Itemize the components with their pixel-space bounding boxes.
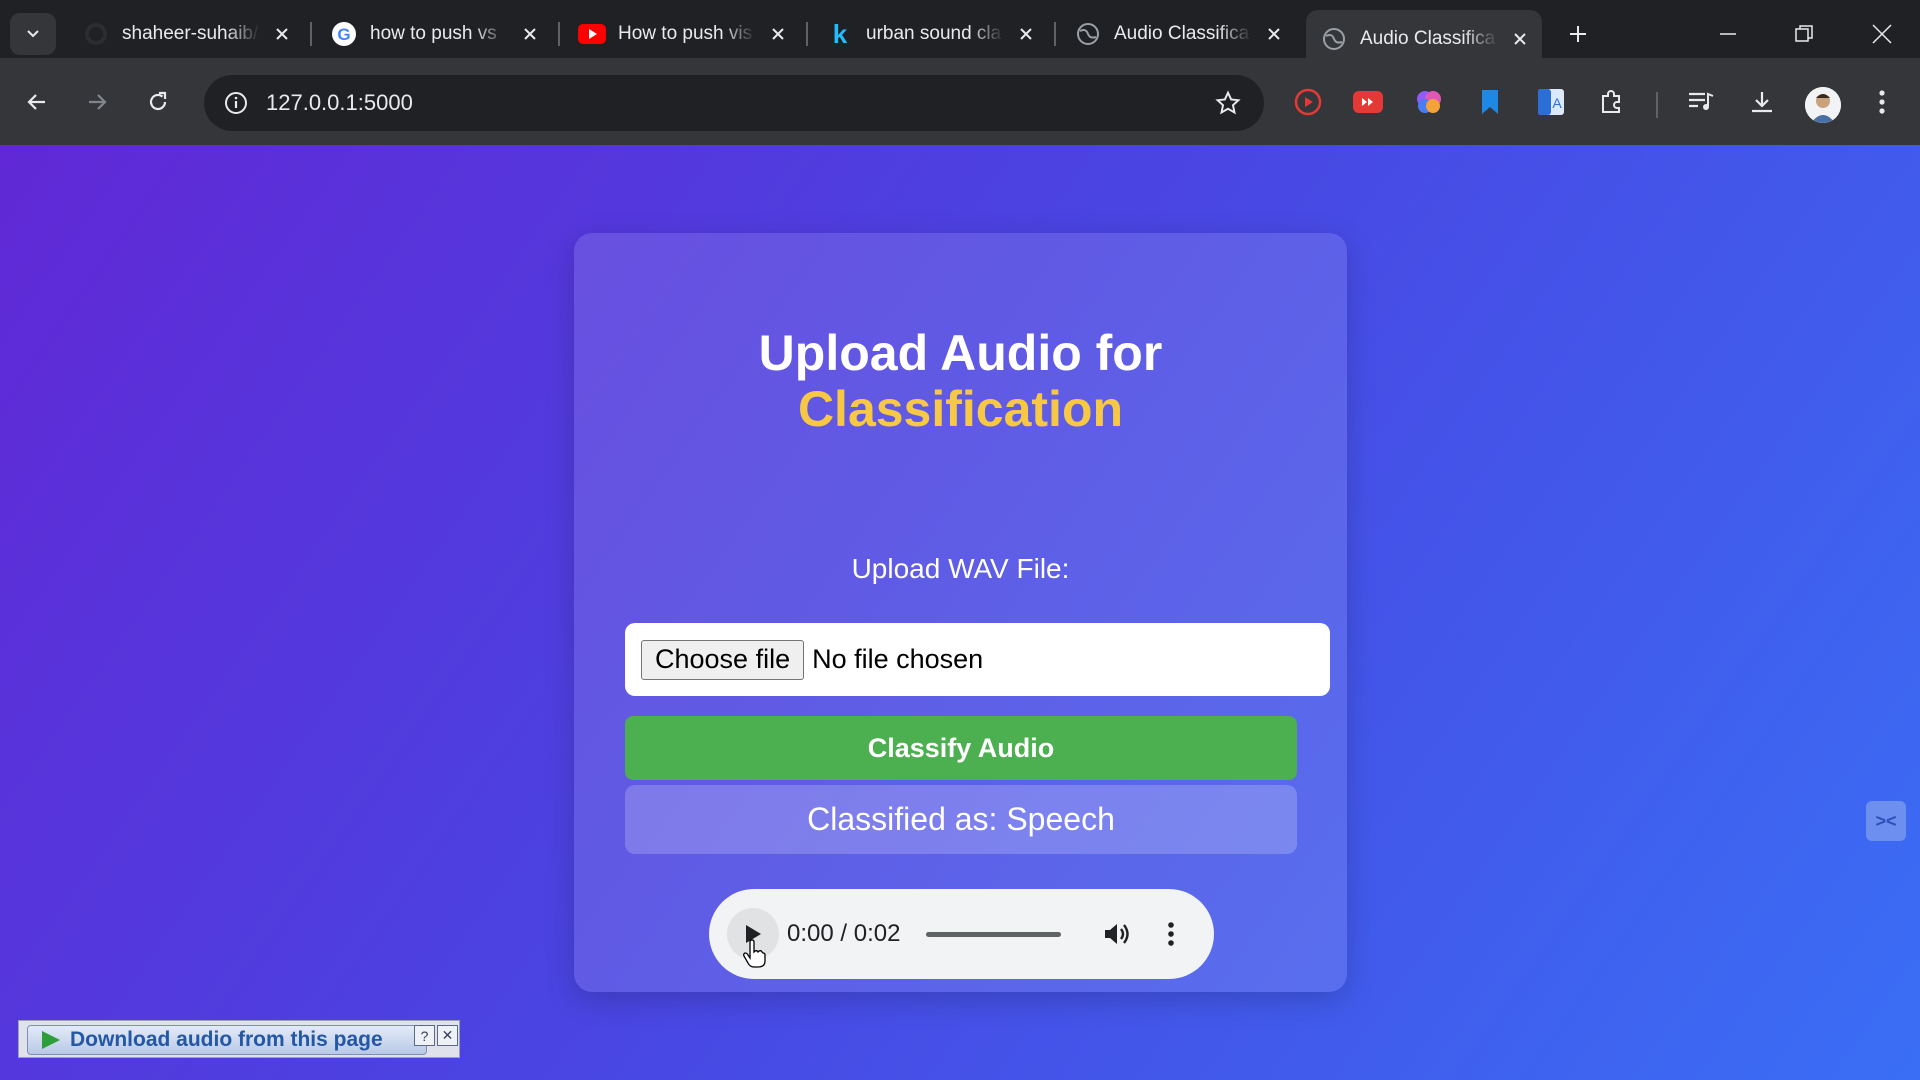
github-icon [82, 20, 110, 48]
audio-player[interactable]: 0:00 / 0:02 [709, 889, 1214, 979]
brain-extension-icon[interactable] [1411, 84, 1447, 120]
help-icon[interactable]: ? [414, 1025, 435, 1046]
close-icon[interactable] [1262, 22, 1286, 46]
tab-youtube[interactable]: How to push vis [564, 10, 800, 58]
youtube-extension-icon[interactable] [1350, 84, 1386, 120]
info-icon[interactable] [216, 83, 256, 123]
play-arrow-icon [42, 1031, 60, 1049]
globe-icon [1074, 20, 1102, 48]
restore-button[interactable] [1780, 12, 1828, 56]
download-audio-button[interactable]: Download audio from this page [27, 1025, 427, 1055]
plus-icon [1570, 26, 1586, 42]
translate-extension-icon[interactable]: A [1533, 84, 1569, 120]
svg-text:k: k [833, 21, 848, 47]
tab-separator [1054, 22, 1056, 46]
tab-title: Audio Classifica [1114, 23, 1252, 45]
media-control-icon[interactable] [1683, 84, 1719, 120]
download-audio-label: Download audio from this page [70, 1028, 383, 1051]
download-icon[interactable] [1744, 84, 1780, 120]
upload-label: Upload WAV File: [851, 553, 1070, 584]
new-tab-button[interactable] [1560, 16, 1596, 52]
close-icon[interactable] [1508, 27, 1532, 51]
svg-text:A: A [1552, 95, 1562, 111]
tab-search-button[interactable] [10, 13, 56, 55]
kaggle-icon: k [826, 20, 854, 48]
side-widget-icon[interactable]: >< [1866, 801, 1906, 841]
arrow-right-icon [89, 94, 107, 110]
url-text[interactable]: 127.0.0.1:5000 [266, 90, 1208, 116]
browser-toolbar: 127.0.0.1:5000 A [0, 58, 1920, 145]
tab-separator [310, 22, 312, 46]
close-icon[interactable] [766, 22, 790, 46]
back-button[interactable] [17, 82, 57, 122]
classify-audio-button[interactable]: Classify Audio [625, 716, 1297, 780]
tab-title: shaheer-suhaib/ [122, 23, 260, 45]
tab-google[interactable]: G how to push vs [316, 10, 552, 58]
choose-file-button[interactable]: Choose file [641, 639, 805, 680]
tab-github[interactable]: shaheer-suhaib/ [68, 10, 304, 58]
youtube-icon [578, 20, 606, 48]
tab-separator [806, 22, 808, 46]
tab-strip: shaheer-suhaib/ G how to push vs How to … [0, 0, 1920, 67]
classification-result: Classified as: Speech [625, 785, 1297, 854]
close-icon[interactable] [270, 22, 294, 46]
reload-button[interactable] [138, 82, 178, 122]
tab-title: urban sound cla [866, 23, 1004, 45]
bookmark-star-icon[interactable] [1208, 83, 1248, 123]
google-icon: G [330, 20, 358, 48]
minimize-icon [1720, 33, 1736, 35]
toolbar-divider [1656, 92, 1658, 118]
bookmark-extension-icon[interactable] [1472, 84, 1508, 120]
title-line-1: Upload Audio for [758, 325, 1163, 381]
page-title: Upload Audio for Classification [574, 325, 1347, 437]
tab-audio-classification[interactable]: Audio Classifica [1060, 10, 1296, 58]
svg-text:G: G [337, 25, 350, 44]
audio-progress-bar[interactable] [926, 931, 1062, 937]
close-icon[interactable] [1014, 22, 1038, 46]
file-status-text: No file chosen [812, 644, 984, 674]
tab-title: Audio Classifica [1360, 27, 1498, 50]
audio-time: 0:00 / 0:02 [787, 920, 901, 947]
extensions-puzzle-icon[interactable] [1593, 84, 1629, 120]
arrow-left-icon [27, 94, 45, 110]
upload-card: Upload Audio for Classification Upload W… [574, 233, 1347, 992]
tab-kaggle[interactable]: k urban sound cla [812, 10, 1048, 58]
chevron-down-icon [27, 30, 39, 38]
minimize-button[interactable] [1704, 12, 1752, 56]
more-menu-icon[interactable] [1864, 84, 1900, 120]
close-window-button[interactable] [1858, 12, 1906, 56]
forward-button[interactable] [77, 82, 117, 122]
tab-title: How to push vis [618, 23, 756, 45]
tab-separator [558, 22, 560, 46]
hand-cursor-icon [743, 939, 766, 968]
address-bar[interactable]: 127.0.0.1:5000 [204, 75, 1264, 131]
reload-icon [149, 91, 167, 111]
page-viewport: Upload Audio for Classification Upload W… [0, 145, 1920, 1080]
close-icon [1872, 24, 1892, 44]
close-icon[interactable] [518, 22, 542, 46]
player-more-icon[interactable] [1151, 914, 1191, 954]
title-line-2: Classification [797, 381, 1124, 437]
screen-recorder-extension-icon[interactable] [1290, 84, 1326, 120]
globe-icon [1320, 25, 1348, 53]
volume-icon[interactable] [1097, 914, 1137, 954]
tab-title: how to push vs [370, 23, 508, 45]
restore-icon [1795, 25, 1813, 42]
close-icon[interactable]: ✕ [437, 1025, 458, 1046]
file-input[interactable]: Choose file No file chosen [625, 623, 1330, 696]
download-audio-bar: Download audio from this page ? ✕ [18, 1020, 460, 1058]
profile-avatar[interactable] [1805, 87, 1841, 123]
